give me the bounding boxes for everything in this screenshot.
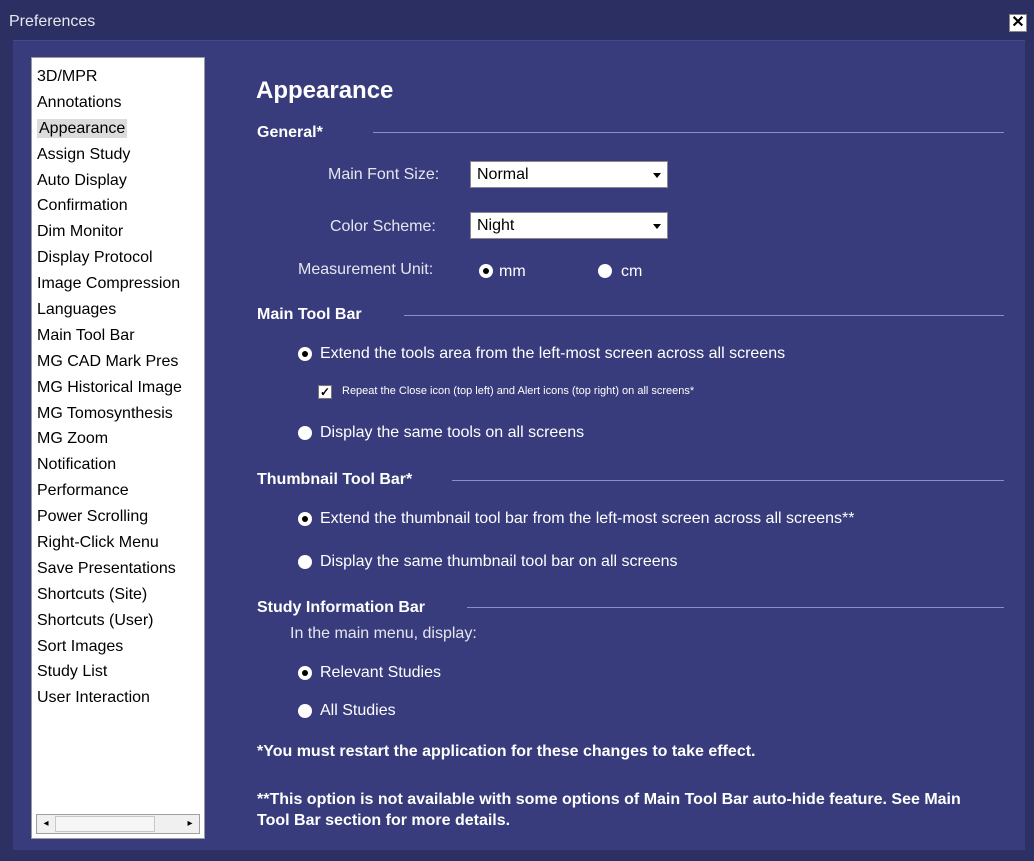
sidebar-item[interactable]: MG Tomosynthesis bbox=[37, 401, 204, 427]
page-title: Appearance bbox=[256, 77, 394, 104]
chevron-down-icon bbox=[653, 173, 661, 178]
section-divider bbox=[404, 315, 1004, 316]
relevant-studies-radio[interactable] bbox=[298, 666, 312, 680]
scroll-left-icon[interactable]: ◂ bbox=[38, 816, 54, 832]
sidebar-item-label: Performance bbox=[37, 482, 129, 500]
sidebar-item[interactable]: Assign Study bbox=[37, 142, 204, 168]
sidebar-item[interactable]: Right-Click Menu bbox=[37, 530, 204, 556]
repeat-icons-label[interactable]: Repeat the Close icon (top left) and Ale… bbox=[342, 385, 694, 397]
sidebar-item[interactable]: Study List bbox=[37, 659, 204, 685]
section-divider bbox=[452, 480, 1004, 481]
font-size-select[interactable]: Normal bbox=[470, 161, 668, 188]
tools-same-radio[interactable] bbox=[298, 426, 312, 440]
repeat-icons-checkbox[interactable]: ✓ bbox=[318, 385, 332, 399]
sidebar-item[interactable]: Power Scrolling bbox=[37, 504, 204, 530]
font-size-value: Normal bbox=[477, 166, 529, 183]
restart-note: *You must restart the application for th… bbox=[257, 743, 756, 760]
sidebar-item[interactable]: Main Tool Bar bbox=[37, 323, 204, 349]
sidebar-item[interactable]: MG CAD Mark Pres bbox=[37, 349, 204, 375]
section-study-info-bar-title: Study Information Bar bbox=[257, 599, 426, 616]
thumbnail-same-label[interactable]: Display the same thumbnail tool bar on a… bbox=[320, 553, 678, 571]
sidebar-item-label: MG Historical Image bbox=[37, 378, 182, 396]
sidebar-item[interactable]: Languages bbox=[37, 297, 204, 323]
thumbnail-extend-radio[interactable] bbox=[298, 512, 312, 526]
color-scheme-value: Night bbox=[477, 217, 515, 234]
font-size-label: Main Font Size: bbox=[328, 166, 440, 183]
title-bar: Preferences ✕ bbox=[0, 0, 1034, 40]
sidebar-item[interactable]: Notification bbox=[37, 452, 204, 478]
sidebar-item-label: Dim Monitor bbox=[37, 223, 124, 241]
sidebar-item-label: Confirmation bbox=[37, 197, 128, 215]
tools-extend-label[interactable]: Extend the tools area from the left-most… bbox=[320, 345, 785, 363]
sidebar-item-label: MG Zoom bbox=[37, 430, 109, 448]
sidebar-item[interactable]: Sort Images bbox=[37, 634, 204, 660]
sidebar-item[interactable]: MG Zoom bbox=[37, 426, 204, 452]
scrollbar-thumb[interactable] bbox=[55, 816, 155, 832]
color-scheme-select[interactable]: Night bbox=[470, 212, 668, 239]
scroll-right-icon[interactable]: ▸ bbox=[182, 816, 198, 832]
relevant-studies-label[interactable]: Relevant Studies bbox=[320, 664, 441, 682]
auto-hide-note: **This option is not available with some… bbox=[257, 791, 961, 829]
sidebar-item[interactable]: Shortcuts (Site) bbox=[37, 582, 204, 608]
unit-cm-radio[interactable] bbox=[598, 264, 612, 278]
sidebar-item[interactable]: Save Presentations bbox=[37, 556, 204, 582]
sidebar-item-label: Annotations bbox=[37, 93, 122, 111]
category-list[interactable]: 3D/MPR Annotations Appearance Assign Study A… bbox=[31, 57, 205, 839]
unit-cm-label[interactable]: cm bbox=[621, 263, 642, 281]
sidebar-item[interactable]: Performance bbox=[37, 478, 204, 504]
section-thumbnail-tool-bar-title: Thumbnail Tool Bar* bbox=[257, 471, 413, 488]
category-list-items: 3D/MPR Annotations Appearance Assign Study A… bbox=[37, 64, 204, 711]
sidebar-item-label: Appearance bbox=[37, 118, 128, 138]
tools-extend-radio[interactable] bbox=[298, 347, 312, 361]
close-button[interactable]: ✕ bbox=[1009, 14, 1027, 32]
thumbnail-extend-label[interactable]: Extend the thumbnail tool bar from the l… bbox=[320, 510, 854, 528]
sidebar-item-label: Save Presentations bbox=[37, 559, 176, 577]
horizontal-scrollbar[interactable]: ◂ ▸ bbox=[36, 814, 200, 834]
sidebar-item-label: Display Protocol bbox=[37, 249, 153, 267]
section-general-title: General* bbox=[257, 124, 323, 141]
sidebar-item-label: MG Tomosynthesis bbox=[37, 404, 173, 422]
window-title: Preferences bbox=[9, 13, 96, 30]
study-info-prompt: In the main menu, display: bbox=[290, 625, 477, 642]
sidebar-item[interactable]: 3D/MPR bbox=[37, 64, 204, 90]
sidebar-item-label: Shortcuts (User) bbox=[37, 611, 154, 629]
sidebar-item[interactable]: Annotations bbox=[37, 90, 204, 116]
all-studies-label[interactable]: All Studies bbox=[320, 702, 396, 720]
tools-same-label[interactable]: Display the same tools on all screens bbox=[320, 424, 584, 442]
all-studies-radio[interactable] bbox=[298, 704, 312, 718]
sidebar-item-label: Image Compression bbox=[37, 275, 181, 293]
sidebar-item-label: Study List bbox=[37, 663, 108, 681]
section-divider bbox=[467, 607, 1004, 608]
sidebar-item-label: Sort Images bbox=[37, 637, 124, 655]
sidebar-item[interactable]: Appearance bbox=[37, 116, 204, 142]
unit-mm-label[interactable]: mm bbox=[499, 263, 526, 281]
color-scheme-label: Color Scheme: bbox=[330, 218, 436, 235]
sidebar-item[interactable]: Confirmation bbox=[37, 193, 204, 219]
sidebar-item[interactable]: Dim Monitor bbox=[37, 219, 204, 245]
sidebar-item-label: User Interaction bbox=[37, 689, 150, 707]
sidebar-item-label: Notification bbox=[37, 456, 117, 474]
section-main-tool-bar-title: Main Tool Bar bbox=[257, 306, 362, 323]
sidebar-item[interactable]: User Interaction bbox=[37, 685, 204, 711]
unit-mm-radio[interactable] bbox=[479, 264, 493, 278]
sidebar-item[interactable]: Image Compression bbox=[37, 271, 204, 297]
sidebar-item-label: MG CAD Mark Pres bbox=[37, 352, 179, 370]
sidebar-item[interactable]: Shortcuts (User) bbox=[37, 608, 204, 634]
sidebar-item[interactable]: Auto Display bbox=[37, 168, 204, 194]
sidebar-item[interactable]: MG Historical Image bbox=[37, 375, 204, 401]
section-divider bbox=[373, 132, 1004, 133]
sidebar-item[interactable]: Display Protocol bbox=[37, 245, 204, 271]
sidebar-item-label: Auto Display bbox=[37, 171, 127, 189]
measurement-unit-label: Measurement Unit: bbox=[298, 261, 434, 278]
sidebar-item-label: Shortcuts (Site) bbox=[37, 585, 148, 603]
sidebar-item-label: Assign Study bbox=[37, 145, 131, 163]
chevron-down-icon bbox=[653, 224, 661, 229]
sidebar-item-label: Languages bbox=[37, 301, 117, 319]
sidebar-item-label: 3D/MPR bbox=[37, 68, 98, 85]
thumbnail-same-radio[interactable] bbox=[298, 555, 312, 569]
sidebar-item-label: Main Tool Bar bbox=[37, 326, 135, 344]
sidebar-item-label: Right-Click Menu bbox=[37, 534, 159, 552]
sidebar-item-label: Power Scrolling bbox=[37, 508, 149, 526]
